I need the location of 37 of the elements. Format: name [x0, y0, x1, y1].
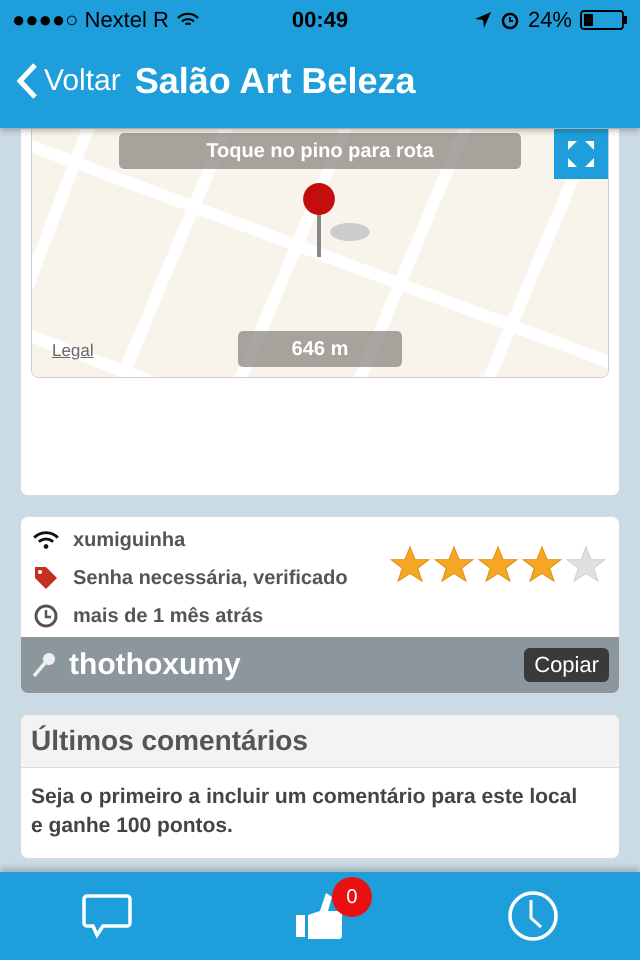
last-updated: mais de 1 mês atrás	[73, 604, 264, 628]
history-tab[interactable]	[506, 890, 559, 942]
clock-time: 00:49	[292, 7, 348, 33]
comments-tab[interactable]	[81, 893, 134, 939]
tag-icon	[33, 565, 59, 591]
comments-heading: Últimos comentários	[21, 715, 619, 768]
back-button[interactable]: Voltar	[16, 62, 121, 100]
chevron-left-icon	[16, 62, 38, 100]
star-icon	[389, 545, 431, 583]
location-arrow-icon	[474, 11, 492, 29]
star-icon	[477, 545, 519, 583]
battery-icon	[580, 10, 628, 30]
star-icon	[565, 545, 607, 583]
clock-icon	[33, 603, 59, 629]
thumbs-up-icon	[296, 891, 344, 941]
key-icon	[31, 651, 57, 679]
wifi-icon	[176, 12, 199, 28]
speech-bubble-icon	[81, 893, 134, 939]
battery-percent: 24%	[528, 7, 572, 33]
page-title: Salão Art Beleza	[134, 60, 416, 102]
legal-link[interactable]: Legal	[52, 341, 94, 361]
copy-button[interactable]: Copiar	[524, 648, 609, 682]
wifi-icon	[33, 530, 59, 550]
carrier-name: ●●●●○ Nextel R	[12, 7, 169, 33]
clock-icon	[506, 890, 559, 942]
wifi-password: thothoxumy	[69, 648, 242, 682]
star-icon	[521, 545, 563, 583]
likes-count-badge: 0	[332, 877, 372, 917]
star-icon	[433, 545, 475, 583]
comments-text: Seja o primeiro a incluir um comentário para este local e ganhe 100 pontos.	[30, 784, 578, 839]
network-name: xumiguinha	[73, 528, 186, 552]
route-hint: Toque no pino para rota	[119, 133, 521, 169]
likes-tab[interactable]: 0	[296, 877, 372, 941]
distance-label: 646 m	[238, 331, 402, 367]
security-status: Senha necessária, verificado	[73, 566, 348, 590]
expand-icon	[566, 139, 596, 169]
expand-button[interactable]	[554, 129, 608, 179]
